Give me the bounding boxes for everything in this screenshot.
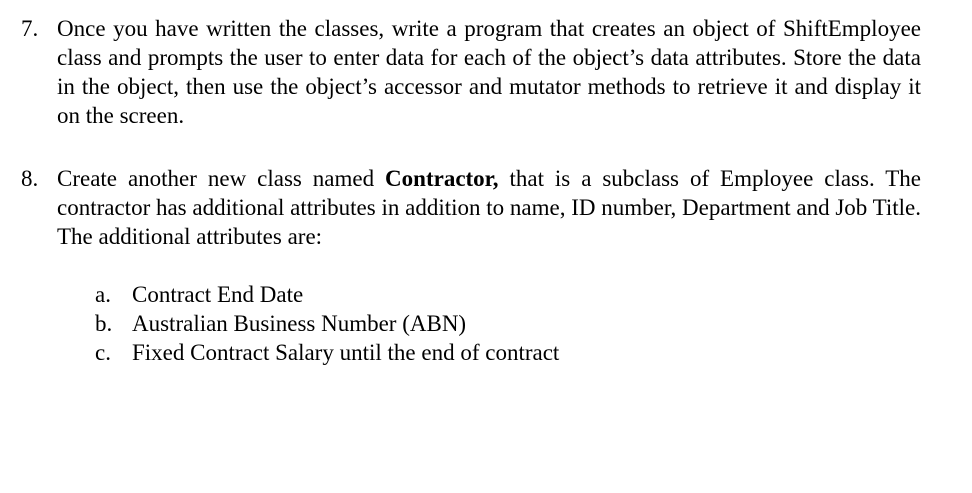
sub-list-item: c. Fixed Contract Salary until the end o… (95, 338, 795, 367)
item-text: Once you have written the classes, write… (57, 16, 921, 128)
sub-item-text: Fixed Contract Salary until the end of c… (132, 340, 560, 365)
item-number: 8. (21, 166, 39, 191)
item-text-before: Create another new class named (57, 166, 386, 191)
sub-item-letter: b. (95, 311, 113, 336)
sub-item-letter: c. (95, 340, 111, 365)
sub-list: a. Contract End Date b. Australian Busin… (95, 280, 795, 367)
sub-list-item: a. Contract End Date (95, 280, 795, 309)
sub-list-item: b. Australian Business Number (ABN) (95, 309, 795, 338)
sub-item-text: Contract End Date (132, 282, 304, 307)
item-number: 7. (21, 16, 39, 41)
class-name-bold: Contractor, (385, 166, 499, 191)
list-item-8: 8. Create another new class named Contra… (21, 164, 921, 251)
list-item-7: 7. Once you have written the classes, wr… (21, 14, 921, 130)
sub-item-letter: a. (95, 282, 111, 307)
sub-item-text: Australian Business Number (ABN) (132, 311, 467, 336)
item-text: Create another new class named Contracto… (57, 164, 921, 251)
